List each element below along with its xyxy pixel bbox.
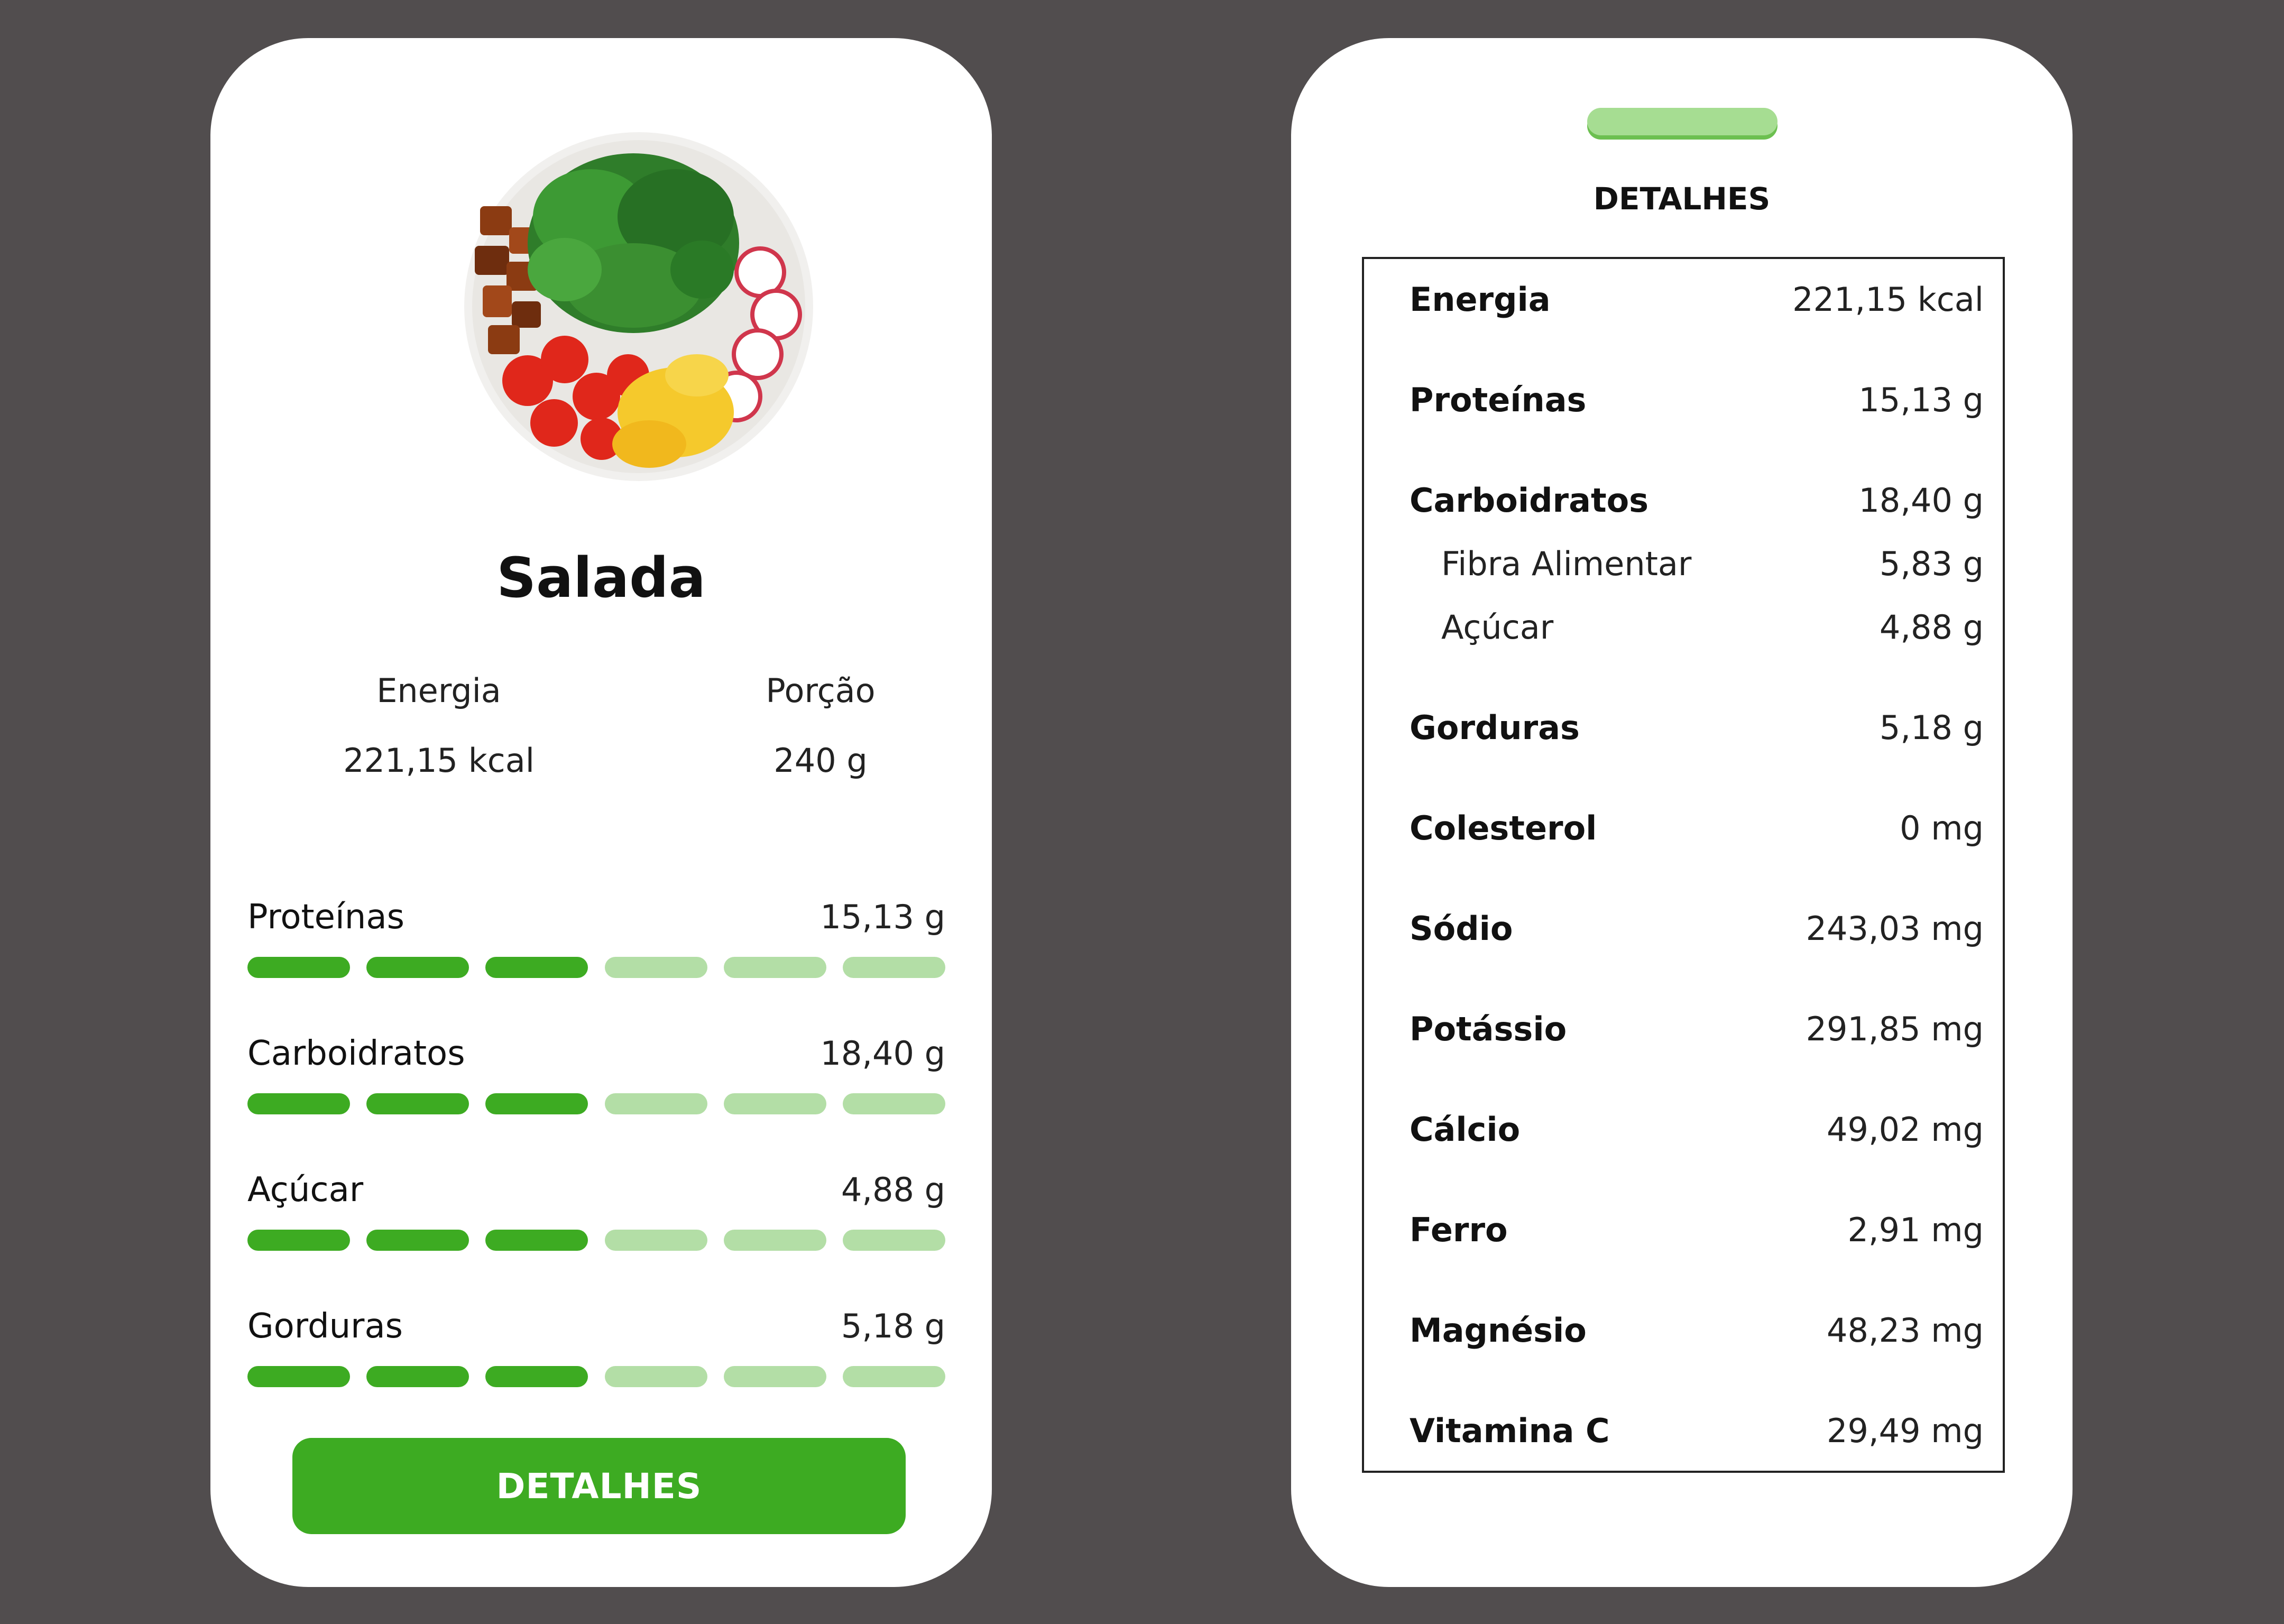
bar-segment-filled (247, 957, 350, 978)
row-value: 29,49 mg (1827, 1411, 1984, 1450)
bar-segment-empty (843, 1230, 945, 1251)
bar-segment-filled (366, 957, 469, 978)
bar-segment-filled (366, 1230, 469, 1251)
table-row: Cálcio 49,02 mg (1410, 1110, 1984, 1152)
table-row: Colesterol 0 mg (1410, 809, 1984, 851)
table-row: Energia 221,15 kcal (1410, 280, 1984, 322)
bar-segment-filled (485, 1366, 588, 1387)
table-row: Gorduras 5,18 g (1410, 708, 1984, 751)
row-value: 0 mg (1900, 809, 1984, 847)
nutrient-value: 15,13 g (820, 898, 945, 936)
row-label: Vitamina C (1410, 1411, 1610, 1450)
nutrient-sugar: Açúcar 4,88 g (247, 1170, 945, 1260)
row-value: 4,88 g (1879, 608, 1984, 647)
nutrient-name: Açúcar (247, 1170, 364, 1210)
nutrient-level-bar (247, 1093, 945, 1114)
row-value: 5,18 g (1879, 708, 1984, 747)
energy-label: Energia (376, 671, 501, 710)
portion-label: Porção (766, 671, 876, 710)
bar-segment-filled (485, 1230, 588, 1251)
table-row: Magnésio 48,23 mg (1410, 1311, 1984, 1353)
bar-segment-filled (366, 1366, 469, 1387)
food-summary-card: Salada Energia 221,15 kcal Porção 240 g … (210, 38, 992, 1587)
bar-segment-empty (723, 1230, 826, 1251)
bar-segment-empty (723, 957, 826, 978)
row-label: Açúcar (1441, 608, 1554, 647)
bar-segment-empty (723, 1093, 826, 1114)
bar-segment-filled (485, 957, 588, 978)
row-value: 2,91 mg (1847, 1211, 1984, 1249)
nutrient-name: Gorduras (247, 1307, 403, 1346)
row-label: Cálcio (1410, 1110, 1521, 1149)
nutrient-value: 18,40 g (820, 1034, 945, 1073)
row-label: Proteínas (1410, 381, 1587, 419)
energy-value: 221,15 kcal (343, 741, 535, 780)
bar-segment-filled (366, 1093, 469, 1114)
bar-segment-empty (604, 1230, 707, 1251)
nutrient-value: 5,18 g (841, 1307, 945, 1345)
row-label: Sódio (1410, 909, 1513, 948)
bar-segment-empty (604, 957, 707, 978)
row-value: 48,23 mg (1827, 1311, 1984, 1350)
row-label: Magnésio (1410, 1311, 1587, 1350)
details-title: DETALHES (1593, 181, 1771, 217)
row-value: 221,15 kcal (1792, 280, 1984, 319)
drag-handle[interactable] (1587, 108, 1778, 135)
details-button[interactable]: DETALHES (292, 1438, 906, 1534)
nutrient-level-bar (247, 1230, 945, 1251)
salad-bowl-image (464, 132, 813, 481)
nutrient-proteins: Proteínas 15,13 g (247, 898, 945, 988)
food-title: Salada (496, 546, 706, 610)
row-label: Gorduras (1410, 708, 1580, 747)
details-sheet: DETALHES Energia 221,15 kcal Proteínas 15,1… (1291, 38, 2073, 1587)
portion-value: 240 g (773, 741, 868, 780)
table-row: Ferro 2,91 mg (1410, 1211, 1984, 1253)
row-label: Carboidratos (1410, 481, 1649, 520)
table-row: Fibra Alimentar 5,83 g (1410, 545, 1984, 587)
row-value: 49,02 mg (1827, 1110, 1984, 1149)
nutrient-value: 4,88 g (841, 1170, 945, 1209)
nutrition-table: Energia 221,15 kcal Proteínas 15,13 g Carboi… (1362, 257, 2005, 1473)
bar-segment-empty (843, 1366, 945, 1387)
table-row: Açúcar 4,88 g (1410, 608, 1984, 650)
nutrient-carbs: Carboidratos 18,40 g (247, 1034, 945, 1124)
bar-segment-empty (843, 957, 945, 978)
nutrient-name: Proteínas (247, 898, 404, 937)
bar-segment-filled (247, 1093, 350, 1114)
bar-segment-empty (843, 1093, 945, 1114)
row-label: Fibra Alimentar (1441, 545, 1692, 583)
bar-segment-filled (485, 1093, 588, 1114)
table-row: Potássio 291,85 mg (1410, 1010, 1984, 1052)
table-row: Sódio 243,03 mg (1410, 909, 1984, 952)
nutrient-fats: Gorduras 5,18 g (247, 1307, 945, 1397)
row-label: Potássio (1410, 1010, 1567, 1048)
table-row: Vitamina C 29,49 mg (1410, 1411, 1984, 1454)
table-row: Proteínas 15,13 g (1410, 381, 1984, 423)
row-value: 291,85 mg (1806, 1010, 1984, 1048)
nutrient-level-bar (247, 1366, 945, 1387)
nutrient-name: Carboidratos (247, 1034, 465, 1073)
bar-segment-empty (604, 1366, 707, 1387)
row-value: 243,03 mg (1806, 909, 1984, 948)
nutrient-level-bar (247, 957, 945, 978)
bar-segment-filled (247, 1230, 350, 1251)
row-label: Ferro (1410, 1211, 1508, 1249)
table-row: Carboidratos 18,40 g (1410, 481, 1984, 523)
row-value: 18,40 g (1858, 481, 1984, 520)
row-label: Colesterol (1410, 809, 1597, 847)
row-value: 5,83 g (1879, 545, 1984, 583)
row-label: Energia (1410, 280, 1551, 319)
bar-segment-empty (604, 1093, 707, 1114)
bar-segment-empty (723, 1366, 826, 1387)
bar-segment-filled (247, 1366, 350, 1387)
row-value: 15,13 g (1858, 381, 1984, 419)
